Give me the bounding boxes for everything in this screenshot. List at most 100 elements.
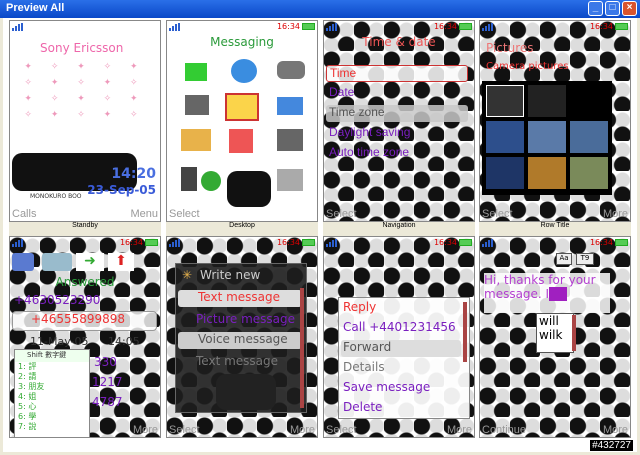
picture-thumb-sky[interactable]: [528, 121, 566, 153]
ime-candidate[interactable]: 3: 朋友: [18, 382, 89, 392]
soft-right-more[interactable]: More: [290, 424, 315, 436]
popup-item-details[interactable]: Details: [343, 360, 385, 374]
t9-suggestion[interactable]: wilk: [537, 328, 573, 342]
call-entry-2-selected[interactable]: +46555899898: [12, 311, 157, 331]
battery-icon: [145, 239, 158, 246]
popup-scrollbar[interactable]: [300, 288, 304, 408]
soft-right-more[interactable]: More: [603, 208, 628, 220]
popup-item-text-message-2[interactable]: Text message: [196, 354, 278, 368]
signal-icon: [326, 239, 338, 247]
phone-compose[interactable]: 16:34 Aa T9 Hi, thanks for your message.…: [479, 236, 631, 438]
picture-thumb-truck[interactable]: [570, 157, 608, 189]
arrow-right-icon[interactable]: ➜: [76, 253, 104, 271]
input-mode-t9[interactable]: T9: [576, 253, 594, 265]
close-button[interactable]: ×: [622, 1, 637, 16]
menu-item-date[interactable]: Date: [326, 85, 468, 102]
popup-item-text-message[interactable]: Text message: [178, 290, 302, 307]
popup-item-delete[interactable]: Delete: [343, 400, 382, 414]
popup-item-voice-message[interactable]: Voice message: [178, 332, 302, 349]
suggestion-scrollbar[interactable]: [572, 315, 576, 351]
settings-icon[interactable]: [277, 169, 303, 191]
media-icon[interactable]: [277, 97, 303, 115]
maximize-button[interactable]: □: [605, 1, 620, 16]
info-icon[interactable]: [201, 171, 221, 191]
ime-candidate[interactable]: 4: 姐: [18, 392, 89, 402]
menu-item-time-zone[interactable]: Time zone: [326, 105, 468, 122]
messaging-icon[interactable]: [225, 93, 259, 121]
phone-desktop[interactable]: 16:34 Messaging Select: [166, 20, 318, 222]
picture-thumb-night[interactable]: [486, 157, 524, 189]
standby-time: 14:20: [111, 166, 156, 182]
picture-thumb-sunset[interactable]: [528, 157, 566, 189]
phone-reply-popup[interactable]: 16:34 Reply Call +4401231456 Forward Det…: [323, 236, 475, 438]
phone-navigation[interactable]: 16:34 Time & date Time Date Time zone Da…: [323, 20, 475, 222]
soft-left-select[interactable]: Select: [482, 208, 513, 220]
call-tab-icon[interactable]: [12, 253, 34, 271]
desktop-title: Messaging: [210, 35, 274, 49]
picture-thumb-camera[interactable]: [486, 85, 524, 117]
mascot-image: [216, 374, 276, 410]
call-entry-1[interactable]: +4630523290: [14, 293, 100, 307]
menu-item-time[interactable]: Time: [326, 65, 468, 82]
popup-scrollbar[interactable]: [463, 302, 467, 362]
phone-messaging-popup[interactable]: 16:34 ✳ Write new Text message Picture m…: [166, 236, 318, 438]
message-text-area[interactable]: Hi, thanks for your message. I: [484, 273, 610, 313]
minimize-button[interactable]: _: [588, 1, 603, 16]
row-title-subheader: Camera pictures: [486, 61, 569, 72]
menu-item-daylight-saving[interactable]: Daylight saving: [326, 125, 468, 142]
ime-candidate[interactable]: 6: 學: [18, 412, 89, 422]
answered-tab-icon[interactable]: [42, 253, 72, 271]
status-clock: 16:34: [276, 22, 300, 31]
camera-icon[interactable]: [185, 95, 209, 115]
popup-item-write-new[interactable]: Write new: [200, 268, 260, 282]
soft-right-menu[interactable]: Menu: [130, 208, 158, 220]
picture-grid: [482, 81, 612, 195]
standby-date: 23-Sep-05: [87, 183, 156, 197]
menu-item-auto-time-zone[interactable]: Auto time zone: [326, 145, 468, 162]
status-clock: 16:34: [589, 22, 613, 31]
caption-navigation: Navigation: [323, 222, 475, 236]
play-icon[interactable]: [185, 63, 207, 81]
picture-thumb-globe[interactable]: [528, 85, 566, 117]
soft-left-select[interactable]: Select: [326, 208, 357, 220]
ime-candidate[interactable]: 2: 請: [18, 372, 89, 382]
phone-standby[interactable]: Sony Ericsson ✦ ✧ ✦ ✧ ✦ ✧ ✦ ✧ ✦ ✧ ✦ ✧ ✦ ✧ …: [9, 20, 161, 222]
window-title: Preview All: [6, 2, 65, 14]
picture-thumb-lake[interactable]: [570, 121, 608, 153]
soft-left-continue[interactable]: Continue: [482, 424, 526, 436]
popup-item-forward[interactable]: Forward: [341, 340, 461, 357]
t9-suggestion[interactable]: will: [537, 314, 573, 328]
missed-tab-icon[interactable]: ⬆: [108, 253, 134, 271]
popup-item-save-message[interactable]: Save message: [343, 380, 430, 394]
ime-candidate[interactable]: 1: 評: [18, 362, 89, 372]
t9-suggestion-list[interactable]: will wilk: [536, 313, 574, 353]
call-extra-2: 1217: [92, 375, 123, 389]
soft-left-select[interactable]: Select: [169, 424, 200, 436]
radio-icon[interactable]: [277, 129, 303, 151]
phone-call-list[interactable]: 16:34 ➜ ⬆ Answered +4630523290 +46555899…: [9, 236, 161, 438]
caption-row-title: Row Title: [479, 222, 631, 236]
soft-right-more[interactable]: More: [603, 424, 628, 436]
status-clock: 16:34: [433, 238, 457, 247]
soft-left-select[interactable]: Select: [169, 208, 200, 220]
soft-left-select[interactable]: Select: [326, 424, 357, 436]
soft-left-calls[interactable]: Calls: [12, 208, 36, 220]
popup-item-picture-message[interactable]: Picture message: [196, 312, 295, 326]
caption-desktop: Desktop: [166, 222, 318, 236]
picture-thumb-tower[interactable]: [486, 121, 524, 153]
signal-icon: [12, 23, 24, 31]
soft-right-more[interactable]: More: [133, 424, 158, 436]
phonebook-icon[interactable]: [229, 129, 253, 153]
popup-item-reply[interactable]: Reply: [343, 300, 376, 314]
file-manager-icon[interactable]: [181, 129, 211, 151]
preview-client-area: Sony Ericsson ✦ ✧ ✦ ✧ ✦ ✧ ✦ ✧ ✦ ✧ ✦ ✧ ✦ ✧ …: [3, 18, 637, 452]
signal-icon: [169, 23, 181, 31]
calls-icon[interactable]: [181, 167, 197, 191]
games-icon[interactable]: [277, 61, 305, 79]
soft-right-more[interactable]: More: [447, 424, 472, 436]
ime-candidate[interactable]: 5: 心: [18, 402, 89, 412]
internet-icon[interactable]: [231, 59, 257, 83]
popup-item-call[interactable]: Call +4401231456: [343, 320, 456, 334]
input-mode-case[interactable]: Aa: [556, 253, 572, 265]
phone-row-title[interactable]: 16:34 Pictures Camera pictures Select Mor…: [479, 20, 631, 222]
